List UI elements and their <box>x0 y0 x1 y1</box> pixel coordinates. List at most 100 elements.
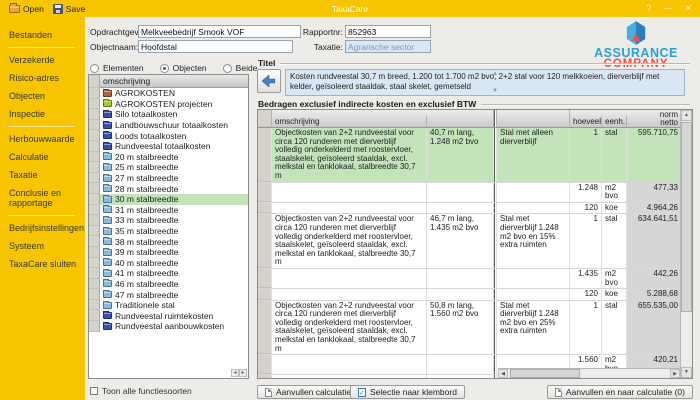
header-norm-netto[interactable]: normnetto <box>627 110 682 127</box>
tree-item-label: 27 m stalbreedte <box>115 173 178 183</box>
table-row[interactable]: Objectkosten van 2+2 rundveestal voor ci… <box>258 301 692 356</box>
tree-horizontal-scrollbar[interactable]: ◂ ▸ <box>231 369 247 377</box>
scroll-right-icon[interactable]: ▶ <box>670 369 680 378</box>
tree-item[interactable]: 39 m stalbreedte <box>89 247 248 258</box>
horizontal-scroll-thumb[interactable] <box>510 369 580 378</box>
tree-item[interactable]: 47 m stalbreedte <box>89 289 248 300</box>
sidebar-item-inspectie[interactable]: Inspectie <box>0 105 85 123</box>
tree-item[interactable]: 30 m stalbreedte <box>89 194 248 205</box>
tree-item[interactable]: 41 m stalbreedte <box>89 268 248 279</box>
scroll-left-icon[interactable]: ◂ <box>231 369 239 377</box>
tree-item[interactable]: AGROKOSTEN projecten <box>89 99 248 110</box>
table-row[interactable]: 1.435m2 bvo442,26 <box>258 269 692 289</box>
sidebar-item-herbouwwaarde[interactable]: Herbouwwaarde <box>0 130 85 148</box>
header-hoeveel[interactable]: hoeveel <box>570 116 602 127</box>
cell-omschrijving <box>272 269 427 288</box>
radio-option-beide[interactable]: Beide <box>223 63 258 73</box>
cell-dims <box>427 203 494 214</box>
radio-option-elementen[interactable]: Elementen <box>90 63 144 73</box>
tree-item-label: 41 m stalbreedte <box>115 268 178 278</box>
tree-item[interactable]: 38 m stalbreedte <box>89 236 248 247</box>
table-horizontal-scrollbar[interactable]: ◀ ▶ <box>498 368 680 378</box>
sidebar-item-risico-adres[interactable]: Risico-adres <box>0 69 85 87</box>
cell-norm-netto: 442,26 <box>627 269 682 288</box>
header-eenh[interactable]: eenh. <box>602 116 627 127</box>
checkbox-icon[interactable] <box>90 387 98 395</box>
tree-item[interactable]: 35 m stalbreedte <box>89 226 248 237</box>
vertical-scroll-thumb[interactable] <box>681 122 692 312</box>
tree-item[interactable]: 46 m stalbreedte <box>89 279 248 290</box>
objectnaam-field[interactable] <box>138 40 293 53</box>
sidebar-item-verzekerde[interactable]: Verzekerde <box>0 51 85 69</box>
opdrachtgever-field[interactable] <box>138 25 301 38</box>
footer-button-aanvullen-calculatie[interactable]: Aanvullen calculatie <box>257 385 359 399</box>
tree-item[interactable]: Rundveestal aanbouwkosten <box>89 321 248 332</box>
footer-button-aanvullen-en-naar-calculatie-0[interactable]: Aanvullen en naar calculatie (0) <box>547 385 693 399</box>
tree-item[interactable]: 31 m stalbreedte <box>89 205 248 216</box>
table-vertical-scrollbar[interactable]: ▲ ▼ <box>680 110 692 378</box>
table-row[interactable]: 120koe5.288,68 <box>258 289 692 301</box>
sidebar-item-objecten[interactable]: Objecten <box>0 87 85 105</box>
tree-item[interactable]: Landbouwschuur totaalkosten <box>89 120 248 131</box>
bedragen-table-body: Objectkosten van 2+2 rundveestal voor ci… <box>258 128 692 379</box>
table-row[interactable]: 1.248m2 bvo477,33 <box>258 183 692 203</box>
cell-hoeveel: 120 <box>570 203 602 214</box>
radio-option-objecten[interactable]: Objecten <box>160 63 207 73</box>
tree-item[interactable]: 25 m stalbreedte <box>89 162 248 173</box>
header-omschrijving[interactable]: omschrijving <box>272 116 427 127</box>
tree-item[interactable]: 33 m stalbreedte <box>89 215 248 226</box>
sidebar-item-conclusie-en-rapportage[interactable]: Conclusie en rapportage <box>0 184 85 212</box>
table-row[interactable]: Objectkosten van 2+2 rundveestal voor ci… <box>258 214 692 269</box>
tree-item[interactable]: Rundveestal ruimtekosten <box>89 310 248 321</box>
sidebar-item-taxacare-sluiten[interactable]: TaxaCare sluiten <box>0 255 85 273</box>
tree-row-gutter <box>89 99 100 110</box>
tree-item[interactable]: 27 m stalbreedte <box>89 173 248 184</box>
tree-row-gutter <box>89 205 100 216</box>
help-button[interactable]: ? <box>646 3 651 14</box>
scroll-up-icon[interactable]: ▲ <box>681 110 692 121</box>
window-controls: ? — ✕ <box>646 3 692 14</box>
tree-item-label: AGROKOSTEN <box>115 88 175 98</box>
sidebar-item-taxatie[interactable]: Taxatie <box>0 166 85 184</box>
footer-button-selectie-naar-klembord[interactable]: Selectie naar klembord <box>350 385 465 399</box>
title-text-box[interactable]: Kosten rundveestal 30,7 m breed, 1.200 t… <box>285 69 685 96</box>
previous-title-button[interactable] <box>257 69 281 93</box>
tree-item[interactable]: 20 m stalbreedte <box>89 152 248 163</box>
scroll-right-icon[interactable]: ▸ <box>239 369 247 377</box>
scroll-up-icon[interactable]: ▲ <box>492 71 498 77</box>
cell-eenh: m2 bvo <box>602 183 627 202</box>
sidebar-item-bestanden[interactable]: Bestanden <box>0 26 85 44</box>
row-gutter <box>258 289 272 300</box>
close-button[interactable]: ✕ <box>684 3 692 14</box>
show-all-checkbox-row[interactable]: Toon alle functiesoorten <box>90 386 192 396</box>
tree-item[interactable]: 40 m stalbreedte <box>89 258 248 269</box>
tree-row-gutter <box>89 194 100 205</box>
rapportnr-field[interactable] <box>345 25 431 38</box>
tree-item[interactable]: Silo totaalkosten <box>89 109 248 120</box>
scroll-left-icon[interactable]: ◀ <box>498 369 508 378</box>
minimize-button[interactable]: — <box>663 3 672 14</box>
back-arrow-icon <box>262 75 276 87</box>
taxatie-label: Taxatie: <box>298 42 343 52</box>
tree-row-gutter <box>89 289 100 300</box>
sidebar-item-calculatie[interactable]: Calculatie <box>0 148 85 166</box>
tree-item[interactable]: AGROKOSTEN <box>89 88 248 99</box>
table-row[interactable]: Objectkosten van 2+2 rundveestal voor ci… <box>258 128 692 183</box>
tree-item[interactable]: 28 m stalbreedte <box>89 183 248 194</box>
tree-item[interactable]: Loods totaalkosten <box>89 130 248 141</box>
titel-group-line <box>280 63 690 64</box>
tree-item[interactable]: Traditionele stal <box>89 300 248 311</box>
scroll-down-icon[interactable]: ▼ <box>492 88 498 94</box>
cell-dims <box>427 355 494 374</box>
taxacare-window: { "theme": { "yellow": "#F7C400", "green… <box>0 0 700 400</box>
scroll-down-icon[interactable]: ▼ <box>681 367 692 378</box>
folder-icon <box>103 185 112 192</box>
folder-icon <box>103 132 112 139</box>
tree-item[interactable]: Rundveestal totaalkosten <box>89 141 248 152</box>
table-row[interactable]: 120koe4.964,26 <box>258 203 692 215</box>
cell-type <box>497 183 570 202</box>
title-box-scrollbar[interactable]: ▲▼ <box>492 71 498 94</box>
sidebar-item-systeem[interactable]: Systeem <box>0 237 85 255</box>
tree-item-label: 31 m stalbreedte <box>115 205 178 215</box>
sidebar-item-bedrijfsinstellingen[interactable]: Bedrijfsinstellingen <box>0 219 85 237</box>
